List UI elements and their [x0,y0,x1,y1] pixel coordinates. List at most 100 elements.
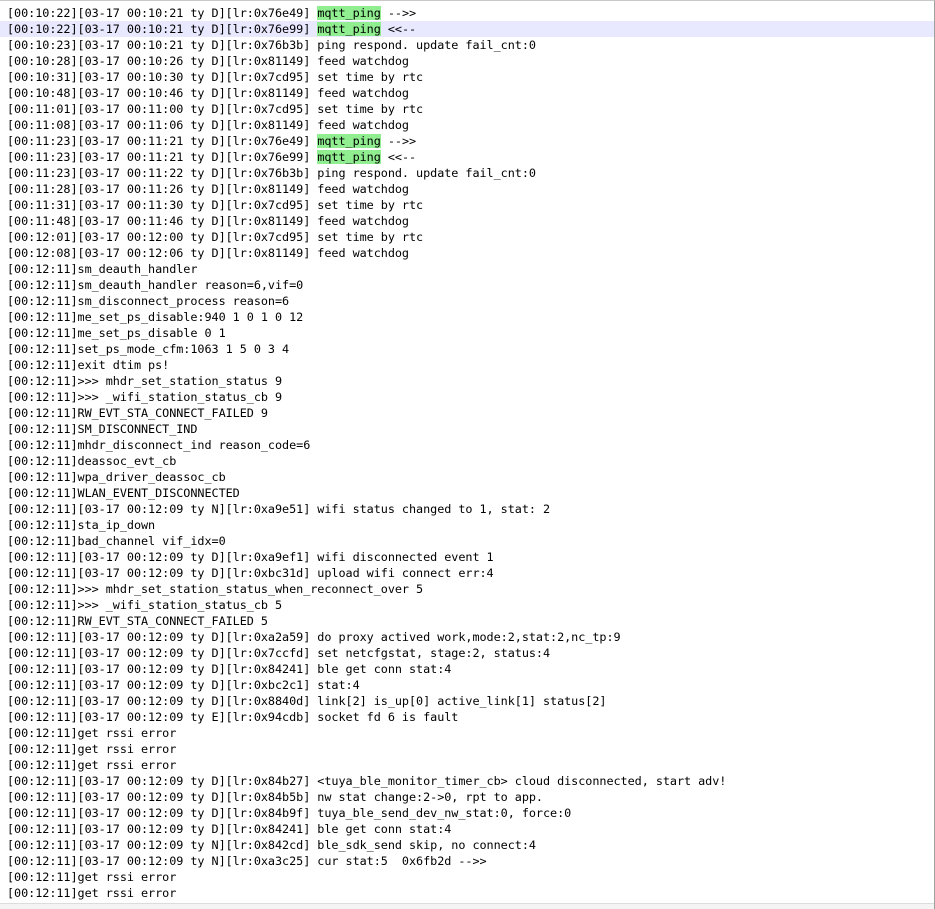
log-line[interactable]: [00:12:11]sm_deauth_handler [0,261,934,277]
log-line[interactable]: [00:11:23][03-17 00:11:22 ty D][lr:0x76b… [0,165,934,181]
log-line[interactable]: [00:12:11][03-17 00:12:09 ty N][lr:0xa9e… [0,501,934,517]
log-line[interactable]: [00:12:11]RW_EVT_STA_CONNECT_FAILED 5 [0,613,934,629]
log-line[interactable]: [00:12:11]>>> mhdr_set_station_status 9 [0,373,934,389]
log-text: [00:11:48][03-17 00:11:46 ty D][lr:0x811… [7,214,409,228]
log-text: [00:12:11][03-17 00:12:09 ty D][lr:0xbc3… [7,566,494,580]
log-line[interactable]: [00:12:11][03-17 00:12:09 ty D][lr:0xa9e… [0,549,934,565]
log-text: [00:10:48][03-17 00:10:46 ty D][lr:0x811… [7,86,409,100]
log-line[interactable]: [00:10:48][03-17 00:10:46 ty D][lr:0x811… [0,85,934,101]
log-line[interactable]: [00:11:28][03-17 00:11:26 ty D][lr:0x811… [0,181,934,197]
log-line[interactable]: [00:12:11]mhdr_disconnect_ind reason_cod… [0,437,934,453]
log-line[interactable]: [00:12:11]wpa_driver_deassoc_cb [0,469,934,485]
log-text: [00:12:11]get rssi error [7,726,177,740]
log-text: [00:12:11]>>> _wifi_station_status_cb 5 [7,598,283,612]
log-line[interactable]: [00:12:11]get rssi error [0,725,934,741]
log-text: [00:12:11][03-17 00:12:09 ty D][lr:0xbc2… [7,678,360,692]
log-text: [00:12:11]bad_channel vif_idx=0 [7,534,226,548]
log-line[interactable]: [00:12:11]me_set_ps_disable 0 1 [0,325,934,341]
log-line[interactable]: [00:12:11]deassoc_evt_cb [0,453,934,469]
log-line[interactable]: [00:10:28][03-17 00:10:26 ty D][lr:0x811… [0,53,934,69]
log-text: [00:11:23][03-17 00:11:22 ty D][lr:0x76b… [7,166,536,180]
log-line[interactable]: [00:12:11][03-17 00:12:09 ty E][lr:0x94c… [0,709,934,725]
log-line[interactable]: [00:12:11][03-17 00:12:09 ty D][lr:0x84b… [0,789,934,805]
log-line[interactable]: [00:12:11][03-17 00:12:09 ty D][lr:0x7cc… [0,645,934,661]
log-text: [00:12:11][03-17 00:12:09 ty N][lr:0x842… [7,838,536,852]
log-text: [00:10:31][03-17 00:10:30 ty D][lr:0x7cd… [7,70,424,84]
log-line[interactable]: [00:10:23][03-17 00:10:21 ty D][lr:0x76b… [0,37,934,53]
log-line[interactable]: [00:11:31][03-17 00:11:30 ty D][lr:0x7cd… [0,197,934,213]
log-text: [00:12:11][03-17 00:12:09 ty D][lr:0x884… [7,694,607,708]
log-line[interactable]: [00:12:11]bad_channel vif_idx=0 [0,533,934,549]
log-line[interactable]: [00:11:23][03-17 00:11:21 ty D][lr:0x76e… [0,133,934,149]
log-text: [00:11:31][03-17 00:11:30 ty D][lr:0x7cd… [7,198,424,212]
log-text: [00:10:28][03-17 00:10:26 ty D][lr:0x811… [7,54,409,68]
log-line[interactable]: [00:11:48][03-17 00:11:46 ty D][lr:0x811… [0,213,934,229]
log-text: [00:12:11]get rssi error [7,886,177,900]
log-text: [00:12:11][03-17 00:12:09 ty D][lr:0xa2a… [7,630,621,644]
log-text: [00:12:11]WLAN_EVENT_DISCONNECTED [7,486,240,500]
log-text: [00:12:11]>>> mhdr_set_station_status 9 [7,374,283,388]
log-text: [00:12:11]exit dtim ps! [7,358,170,372]
log-line[interactable]: [00:12:11]sm_deauth_handler reason=6,vif… [0,277,934,293]
log-text: [00:11:28][03-17 00:11:26 ty D][lr:0x811… [7,182,409,196]
log-text: [00:12:11]sm_disconnect_process reason=6 [7,294,290,308]
log-line[interactable]: [00:10:22][03-17 00:10:21 ty D][lr:0x76e… [0,21,934,37]
log-line[interactable]: [00:12:08][03-17 00:12:06 ty D][lr:0x811… [0,245,934,261]
log-text: [00:12:11]>>> mhdr_set_station_status_wh… [7,582,424,596]
search-highlight: mqtt_ping [317,6,381,20]
log-line[interactable]: [00:12:11]get rssi error [0,869,934,885]
log-line[interactable]: [00:12:11][03-17 00:12:09 ty N][lr:0xa3c… [0,853,934,869]
log-text: [00:12:11][03-17 00:12:09 ty D][lr:0x842… [7,662,452,676]
log-text-editor[interactable]: [00:10:22][03-17 00:10:21 ty D][lr:0x76e… [0,0,935,909]
log-line[interactable]: [00:12:11]get rssi error [0,741,934,757]
log-line[interactable]: [00:12:11][03-17 00:12:09 ty D][lr:0xbc2… [0,677,934,693]
log-text: [00:12:11]mhdr_disconnect_ind reason_cod… [7,438,311,452]
log-text: [00:12:11]set_ps_mode_cfm:1063 1 5 0 3 4 [7,342,290,356]
log-line[interactable]: [00:12:11][03-17 00:12:09 ty N][lr:0x842… [0,837,934,853]
log-line[interactable]: [00:12:11]sm_disconnect_process reason=6 [0,293,934,309]
log-text: [00:12:11]get rssi error [7,870,177,884]
log-text: [00:12:11][03-17 00:12:09 ty N][lr:0xa3c… [7,854,487,868]
log-line[interactable]: [00:12:11][03-17 00:12:09 ty D][lr:0x884… [0,693,934,709]
log-text: <<-- [380,150,417,164]
log-line[interactable]: [00:11:01][03-17 00:11:00 ty D][lr:0x7cd… [0,101,934,117]
log-line[interactable]: [00:12:11]WLAN_EVENT_DISCONNECTED [0,485,934,501]
log-line[interactable]: [00:12:11][03-17 00:12:09 ty D][lr:0x84b… [0,773,934,789]
log-line[interactable]: [00:12:11][03-17 00:12:09 ty D][lr:0xbc3… [0,565,934,581]
log-line[interactable]: [00:11:08][03-17 00:11:06 ty D][lr:0x811… [0,117,934,133]
log-line[interactable]: [00:12:11][03-17 00:12:09 ty D][lr:0xa2a… [0,629,934,645]
log-line[interactable]: [00:12:11]RW_EVT_STA_CONNECT_FAILED 9 [0,405,934,421]
log-line[interactable]: [00:12:11]exit dtim ps! [0,357,934,373]
log-line[interactable]: [00:12:11]set_ps_mode_cfm:1063 1 5 0 3 4 [0,341,934,357]
log-text: [00:12:11][03-17 00:12:09 ty E][lr:0x94c… [7,710,459,724]
log-line[interactable]: [00:12:11]>>> mhdr_set_station_status_wh… [0,581,934,597]
log-line[interactable]: [00:12:11][03-17 00:12:09 ty D][lr:0x842… [0,821,934,837]
log-line[interactable]: [00:12:11][03-17 00:12:09 ty D][lr:0x842… [0,661,934,677]
log-line[interactable]: [00:11:23][03-17 00:11:21 ty D][lr:0x76e… [0,149,934,165]
log-line[interactable]: [00:12:11]>>> _wifi_station_status_cb 9 [0,389,934,405]
log-text: [00:12:11]deassoc_evt_cb [7,454,177,468]
log-text: [00:10:22][03-17 00:10:21 ty D][lr:0x76e… [7,22,318,36]
log-line[interactable]: [00:12:01][03-17 00:12:00 ty D][lr:0x7cd… [0,229,934,245]
log-text: <<-- [380,22,417,36]
log-line[interactable]: [00:12:11]me_set_ps_disable:940 1 0 1 0 … [0,309,934,325]
log-text: [00:12:11]>>> _wifi_station_status_cb 9 [7,390,283,404]
search-highlight: mqtt_ping [317,150,381,164]
search-highlight: mqtt_ping [317,134,381,148]
log-text: [00:11:08][03-17 00:11:06 ty D][lr:0x811… [7,118,409,132]
log-line[interactable]: [00:12:11]>>> _wifi_station_status_cb 5 [0,597,934,613]
log-text: [00:12:11]me_set_ps_disable 0 1 [7,326,226,340]
log-line[interactable]: [00:12:11]SM_DISCONNECT_IND [0,421,934,437]
log-text: [00:12:11]sm_deauth_handler [7,262,198,276]
log-line[interactable]: [00:10:22][03-17 00:10:21 ty D][lr:0x76e… [0,5,934,21]
log-line[interactable]: [00:12:11][03-17 00:12:09 ty D][lr:0x84b… [0,805,934,821]
log-text: [00:10:22][03-17 00:10:21 ty D][lr:0x76e… [7,6,318,20]
log-line[interactable]: [00:12:11]get rssi error [0,757,934,773]
horizontal-scrollbar[interactable] [0,903,934,909]
log-text: [00:12:11][03-17 00:12:09 ty D][lr:0x84b… [7,790,543,804]
log-text: [00:12:11]get rssi error [7,742,177,756]
log-line[interactable]: [00:12:11]get rssi error [0,885,934,901]
log-line[interactable]: [00:12:11]sta_ip_down [0,517,934,533]
log-line[interactable]: [00:10:31][03-17 00:10:30 ty D][lr:0x7cd… [0,69,934,85]
log-text: [00:12:11]RW_EVT_STA_CONNECT_FAILED 9 [7,406,268,420]
